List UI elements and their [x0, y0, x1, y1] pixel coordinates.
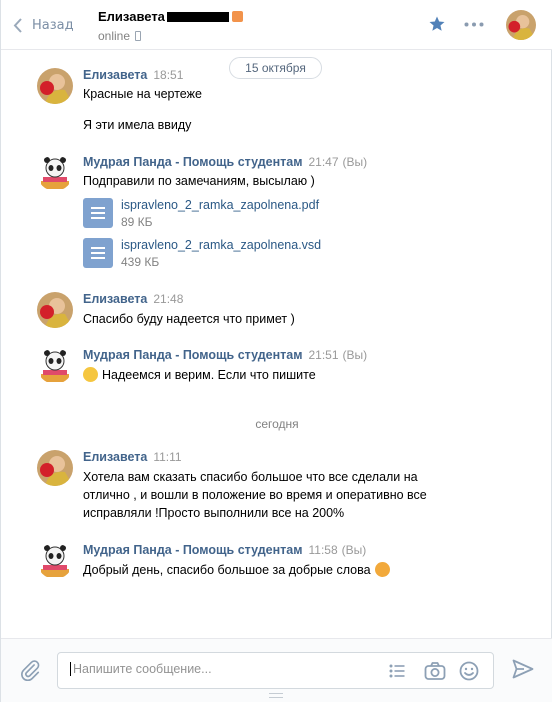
chat-window: Назад Елизавета online 15 октября Елизав…: [0, 0, 552, 702]
avatar[interactable]: [37, 450, 73, 486]
paperclip-icon[interactable]: [19, 659, 41, 681]
emoji-icon: [231, 11, 243, 22]
avatar[interactable]: [37, 155, 73, 191]
avatar[interactable]: [37, 348, 73, 384]
chat-header: Назад Елизавета online: [1, 0, 552, 50]
file-attachment[interactable]: ispravleno_2_ramka_zapolnena.vsd 439 КБ: [83, 238, 403, 272]
message: Мудрая Панда - Помощь студентам 11:58 (Вы)…: [37, 543, 517, 583]
message-input[interactable]: [70, 662, 370, 676]
avatar[interactable]: [37, 292, 73, 328]
file-size: 89 КБ: [121, 215, 153, 229]
message-time: 21:48: [153, 292, 184, 306]
message-text: Хотела вам сказать спасибо большое что в…: [83, 470, 418, 484]
avatar[interactable]: [37, 68, 73, 104]
message-text: Спасибо буду надеется что примет ): [83, 312, 295, 326]
file-name[interactable]: ispravleno_2_ramka_zapolnena.pdf: [121, 198, 319, 212]
date-separator: сегодня: [255, 417, 299, 431]
message-input-box[interactable]: [57, 652, 494, 689]
file-name[interactable]: ispravleno_2_ramka_zapolnena.vsd: [121, 238, 321, 252]
peer-avatar[interactable]: [506, 10, 536, 40]
message-text: Подправили по замечаниям, высылаю ): [83, 174, 315, 188]
peer-status: online: [98, 29, 131, 43]
chevron-left-icon: [13, 17, 22, 33]
message-author[interactable]: Мудрая Панда - Помощь студентам: [83, 543, 302, 557]
more-dots-icon[interactable]: [464, 22, 484, 27]
message: Елизавета 18:51 Красные на чертеже Я эти …: [37, 68, 517, 138]
message-time: 11:11: [153, 450, 182, 464]
message-author[interactable]: Елизавета: [83, 450, 147, 464]
message-text: Надеемся и верим. Если что пишите: [102, 368, 316, 382]
message: Мудрая Панда - Помощь студентам 21:51 (Вы)…: [37, 348, 517, 388]
back-button[interactable]: Назад: [13, 14, 74, 36]
message-text: Добрый день, спасибо большое за добрые с…: [83, 563, 371, 577]
mobile-icon: [135, 31, 142, 41]
message-own-marker: (Вы): [341, 543, 367, 557]
message-text: Я эти имела ввиду: [83, 118, 192, 132]
message-text: исправляли !Просто выполнили все на 200%: [83, 506, 345, 520]
document-icon: [83, 198, 113, 228]
send-icon[interactable]: [512, 659, 534, 679]
message-time: 11:58: [308, 543, 338, 557]
message: Мудрая Панда - Помощь студентам 21:47 (Вы)…: [37, 155, 517, 270]
avatar[interactable]: [37, 543, 73, 579]
message: Елизавета 11:11 Хотела вам сказать спасиб…: [37, 450, 517, 525]
message-author[interactable]: Мудрая Панда - Помощь студентам: [83, 155, 302, 169]
file-size: 439 КБ: [121, 255, 160, 269]
message-time: 21:47: [308, 155, 339, 169]
resize-handle[interactable]: [269, 693, 283, 698]
message-time: 21:51: [308, 348, 339, 362]
star-icon[interactable]: [428, 15, 446, 33]
peer-name: Елизавета: [98, 9, 165, 24]
message-author[interactable]: Елизавета: [83, 292, 147, 306]
emoji-icon: [374, 562, 390, 577]
message-author[interactable]: Елизавета: [83, 68, 147, 82]
message-text: отлично , и вошли в положение во время и…: [83, 488, 427, 502]
message: Елизавета 21:48 Спасибо буду надеется что…: [37, 292, 517, 332]
message-time: 18:51: [153, 68, 184, 82]
redaction-bar: [166, 11, 229, 22]
file-attachment[interactable]: ispravleno_2_ramka_zapolnena.pdf 89 КБ: [83, 198, 403, 232]
message-author[interactable]: Мудрая Панда - Помощь студентам: [83, 348, 302, 362]
list-icon[interactable]: [388, 662, 406, 680]
message-text: Красные на чертеже: [83, 87, 202, 101]
message-own-marker: (Вы): [342, 348, 368, 362]
smile-icon[interactable]: [459, 661, 479, 681]
back-label: Назад: [32, 17, 74, 33]
document-icon: [83, 238, 113, 268]
peer-info[interactable]: Елизавета online: [98, 9, 243, 43]
camera-icon[interactable]: [424, 661, 446, 681]
emoji-icon: [83, 367, 98, 382]
message-own-marker: (Вы): [342, 155, 368, 169]
